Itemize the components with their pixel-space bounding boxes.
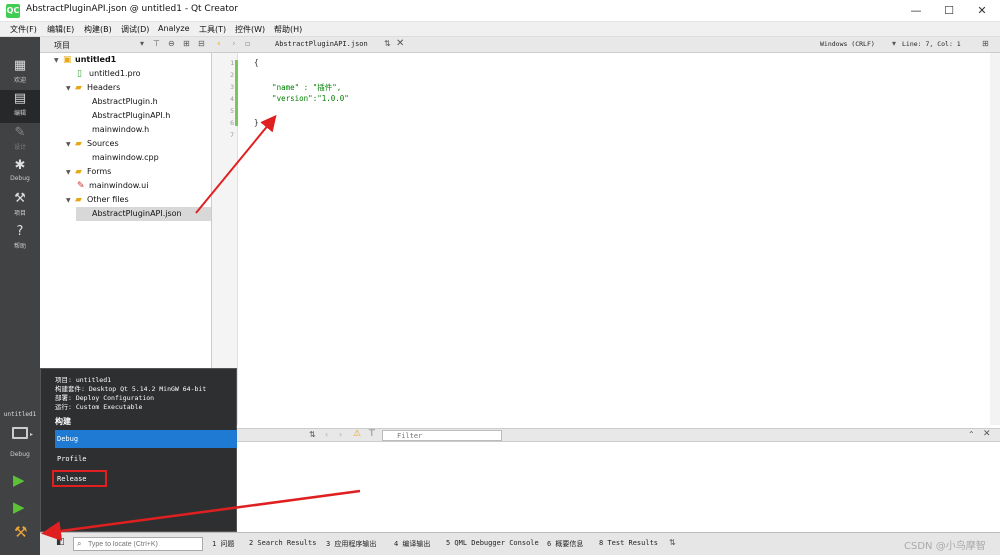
annotation-arrows — [41, 114, 361, 541]
arrow-json-to-editor — [195, 114, 277, 214]
arrow-to-build-button — [41, 489, 361, 541]
